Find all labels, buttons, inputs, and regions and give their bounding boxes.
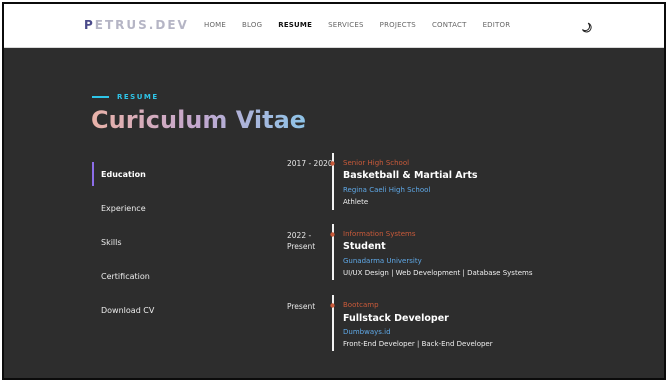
sidebar-item-skills[interactable]: Skills xyxy=(92,230,192,254)
timeline-title: Fullstack Developer xyxy=(343,313,449,324)
sidebar-item-experience[interactable]: Experience xyxy=(92,196,192,220)
section-label-line xyxy=(92,96,109,98)
timeline-dot-icon xyxy=(330,232,335,237)
nav-link-home[interactable]: HOME xyxy=(204,21,226,29)
timeline-date: Present xyxy=(287,302,316,311)
timeline-dot-icon xyxy=(330,161,335,166)
timeline-date: 2022 - xyxy=(287,231,312,240)
timeline-desc: UI/UX Design | Web Development | Databas… xyxy=(343,269,533,277)
timeline-title: Basketball & Martial Arts xyxy=(343,170,478,181)
nav-link-blog[interactable]: BLOG xyxy=(242,21,262,29)
timeline-type: Bootcamp xyxy=(343,301,379,309)
timeline-type: Senior High School xyxy=(343,159,410,167)
site-logo[interactable]: PETRUS.DEV xyxy=(84,18,189,32)
timeline-type: Information Systems xyxy=(343,230,416,238)
sidebar-item-certification[interactable]: Certification xyxy=(92,264,192,288)
timeline-desc: Front-End Developer | Back-End Developer xyxy=(343,340,493,348)
timeline-date: 2017 - 2020 xyxy=(287,159,333,168)
nav-links: HOME BLOG RESUME SERVICES PROJECTS CONTA… xyxy=(204,21,526,29)
nav-link-services[interactable]: SERVICES xyxy=(328,21,364,29)
timeline-org[interactable]: Regina Caeli High School xyxy=(343,186,430,194)
timeline-date-line2: Present xyxy=(287,242,316,251)
sidebar-item-download-cv[interactable]: Download CV xyxy=(92,298,192,322)
timeline-org[interactable]: Gunadarma University xyxy=(343,257,422,265)
nav-link-resume[interactable]: RESUME xyxy=(278,21,312,29)
moon-icon[interactable] xyxy=(581,22,592,33)
nav-link-contact[interactable]: CONTACT xyxy=(432,21,467,29)
app-window: PETRUS.DEV HOME BLOG RESUME SERVICES PRO… xyxy=(2,2,666,380)
section-label: RESUME xyxy=(92,93,159,101)
sidebar-item-education[interactable]: Education xyxy=(92,162,192,186)
timeline-dot-icon xyxy=(330,303,335,308)
timeline-title: Student xyxy=(343,241,386,252)
navbar: PETRUS.DEV HOME BLOG RESUME SERVICES PRO… xyxy=(4,4,664,48)
timeline-desc: Athlete xyxy=(343,198,369,206)
section-label-text: RESUME xyxy=(117,93,159,101)
nav-link-editor[interactable]: EDITOR xyxy=(483,21,511,29)
nav-link-projects[interactable]: PROJECTS xyxy=(380,21,416,29)
timeline-org[interactable]: Dumbways.id xyxy=(343,328,391,336)
page-title: Curiculum Vitae xyxy=(91,106,307,134)
